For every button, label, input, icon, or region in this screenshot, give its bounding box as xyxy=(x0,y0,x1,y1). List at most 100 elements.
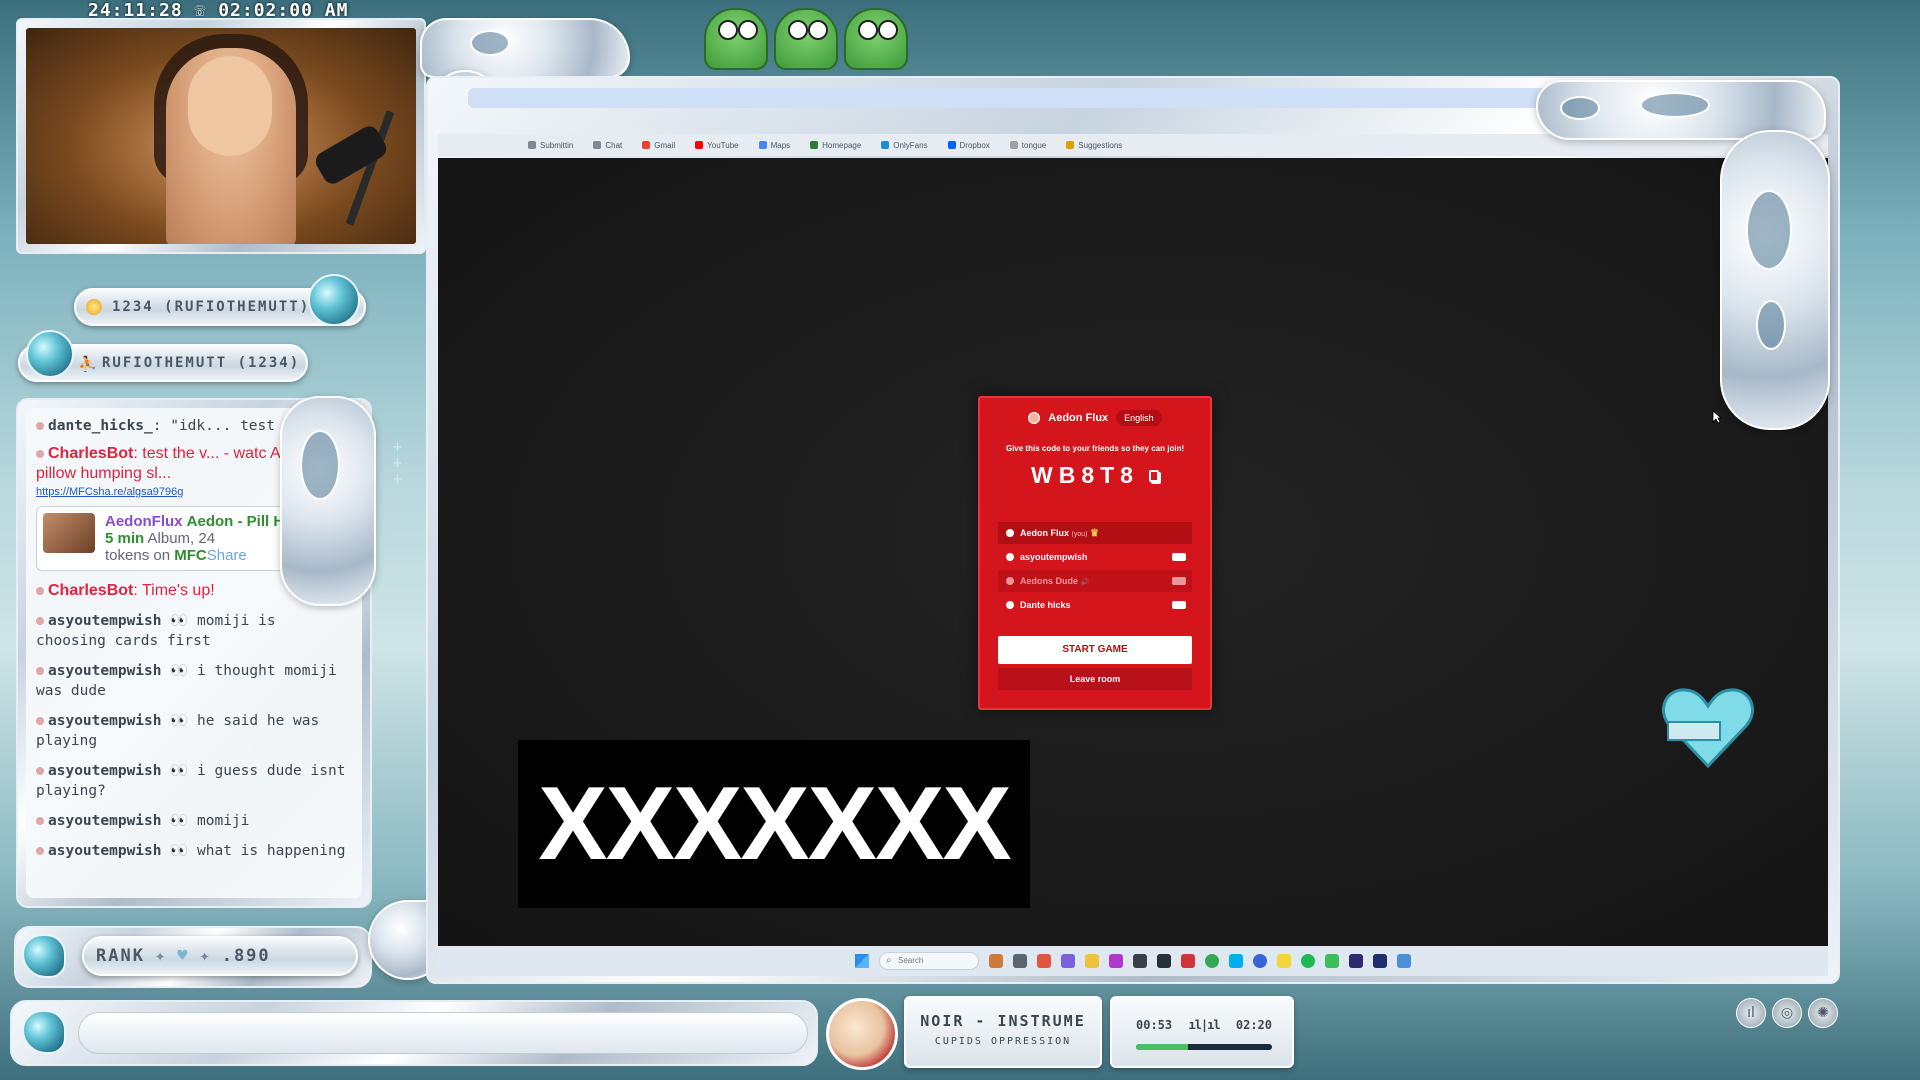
chat-message: asyoutempwish 👀 i guess dude isnt playin… xyxy=(36,761,352,801)
premiere-icon[interactable] xyxy=(1349,954,1363,968)
chrome-ornament-hole xyxy=(1640,92,1710,118)
frog-emote-sticker xyxy=(704,8,918,74)
chat-username[interactable]: asyoutempwish xyxy=(48,813,162,829)
folder-icon[interactable] xyxy=(1085,954,1099,968)
user-badge-icon xyxy=(36,422,44,430)
emote-icon: 👀 xyxy=(170,813,189,829)
bookmark-icon xyxy=(528,141,536,149)
waveform-icon[interactable]: ıl xyxy=(1736,998,1766,1028)
share-card-meta: Album, 24 xyxy=(147,530,216,547)
frog-emote xyxy=(774,8,838,70)
chat-username[interactable]: CharlesBot xyxy=(48,445,133,462)
app-icon[interactable] xyxy=(1277,954,1291,968)
heart-sticker xyxy=(1661,688,1755,769)
bookmark-item[interactable]: tongue xyxy=(1009,140,1047,150)
bookmark-label: Maps xyxy=(770,140,791,150)
share-card-user[interactable]: AedonFlux xyxy=(105,513,183,530)
chat-message: asyoutempwish 👀 i thought momiji was dud… xyxy=(36,661,352,701)
app-icon[interactable] xyxy=(1325,954,1339,968)
app-icon[interactable] xyxy=(1061,954,1075,968)
person-icon: ⛹ xyxy=(78,355,99,373)
app-icon[interactable] xyxy=(989,954,1003,968)
chat-username[interactable]: asyoutempwish xyxy=(48,843,162,859)
leave-room-button[interactable]: Leave room xyxy=(998,668,1192,690)
bookmark-icon xyxy=(810,141,819,149)
bookmark-item[interactable]: YouTube xyxy=(695,140,739,150)
chat-username[interactable]: asyoutempwish xyxy=(48,763,162,779)
chrome-ornament-hole xyxy=(1756,300,1786,350)
chat-username[interactable]: asyoutempwish xyxy=(48,713,162,729)
chat-username[interactable]: dante_hicks_ xyxy=(48,418,153,434)
sparkle-icon[interactable]: ✺ xyxy=(1808,998,1838,1028)
chrome-icon[interactable] xyxy=(1205,954,1219,968)
kick-player-icon[interactable] xyxy=(1172,577,1186,585)
emote-icon: 👀 xyxy=(170,843,189,859)
latest-sub-text: RUFIOTHEMUTT (1234) xyxy=(102,355,301,371)
bookmark-label: Suggestions xyxy=(1078,140,1123,150)
rank-label: RANK xyxy=(96,946,145,966)
chat-message: asyoutempwish 👀 what is happening xyxy=(36,841,352,861)
mouse-cursor xyxy=(1712,410,1722,424)
bookmark-label: tongue xyxy=(1021,140,1047,150)
chat-username[interactable]: asyoutempwish xyxy=(48,663,162,679)
message-input[interactable] xyxy=(78,1012,808,1054)
bookmark-item[interactable]: OnlyFans xyxy=(881,141,928,150)
skype-icon[interactable] xyxy=(1229,954,1243,968)
bookmark-item[interactable]: Suggestions xyxy=(1066,141,1122,150)
crystal-gem-icon xyxy=(26,330,74,378)
kick-player-icon[interactable] xyxy=(1172,601,1186,609)
bookmark-item[interactable]: Chat xyxy=(593,141,622,150)
track-title: NOIR - INSTRUME xyxy=(920,1012,1086,1030)
app-icon[interactable] xyxy=(1157,954,1171,968)
copy-icon[interactable] xyxy=(1148,469,1159,482)
bookmark-item[interactable]: Maps xyxy=(758,140,791,150)
spotify-icon[interactable] xyxy=(1301,954,1315,968)
censor-block: XXXXXXX xyxy=(518,740,1030,908)
bookmark-item[interactable]: Gmail xyxy=(642,141,675,150)
chat-text: : Time's up! xyxy=(133,582,215,599)
chrome-ornament-hole xyxy=(470,30,510,56)
bookmark-item[interactable]: Dropbox xyxy=(947,141,990,150)
webcam-subject-face xyxy=(188,56,272,156)
bookmark-item[interactable]: Submittin xyxy=(528,141,573,150)
app-icon[interactable] xyxy=(1397,954,1411,968)
app-icon[interactable] xyxy=(1133,954,1147,968)
app-icon[interactable] xyxy=(1253,954,1267,968)
app-icon[interactable] xyxy=(1109,954,1123,968)
chrome-ornament-hole xyxy=(300,430,340,500)
chat-username[interactable]: CharlesBot xyxy=(48,582,133,599)
game-lobby-card: Aedon Flux English Give this code to you… xyxy=(978,396,1212,710)
host-name: Aedon Flux xyxy=(1048,412,1109,424)
start-game-button[interactable]: START GAME xyxy=(998,636,1192,664)
webcam-frame xyxy=(16,18,426,254)
track-progress-bar[interactable] xyxy=(1136,1044,1272,1050)
chat-username[interactable]: asyoutempwish xyxy=(48,613,162,629)
chat-message: asyoutempwish 👀 he said he was playing xyxy=(36,711,352,751)
taskbar-search[interactable]: Search xyxy=(879,952,979,970)
app-icon[interactable] xyxy=(1373,954,1387,968)
user-badge-icon xyxy=(36,767,44,775)
kick-player-icon[interactable] xyxy=(1172,553,1186,561)
share-logo: Share xyxy=(206,547,247,564)
disc-icon[interactable]: ◎ xyxy=(1772,998,1802,1028)
bookmark-label: Submittin xyxy=(540,140,574,150)
language-selector[interactable]: English xyxy=(1116,410,1162,426)
bookmark-item[interactable]: Homepage xyxy=(810,141,861,150)
chat-text: momiji xyxy=(197,813,250,829)
lobby-header: Aedon Flux English xyxy=(980,410,1210,426)
bookmark-label: YouTube xyxy=(707,140,739,150)
user-badge-icon xyxy=(36,617,44,625)
app-icon[interactable] xyxy=(1181,954,1195,968)
now-playing: NOIR - INSTRUME CUPIDS OPPRESSION xyxy=(904,996,1102,1068)
windows-start-icon[interactable] xyxy=(855,954,869,968)
app-icon[interactable] xyxy=(1037,954,1051,968)
latest-follower-text: 1234 (RUFIOTHEMUTT) xyxy=(112,299,311,315)
chat-text: : "idk... test xyxy=(152,418,275,434)
player-row: asyoutempwish xyxy=(998,546,1192,568)
track-artist: CUPIDS OPPRESSION xyxy=(934,1036,1072,1047)
crystal-gem-icon xyxy=(22,934,66,978)
bookmark-label: Chat xyxy=(605,140,623,150)
player-controls: ıl ◎ ✺ xyxy=(1736,998,1838,1028)
bookmark-icon xyxy=(1009,141,1018,149)
app-icon[interactable] xyxy=(1013,954,1027,968)
